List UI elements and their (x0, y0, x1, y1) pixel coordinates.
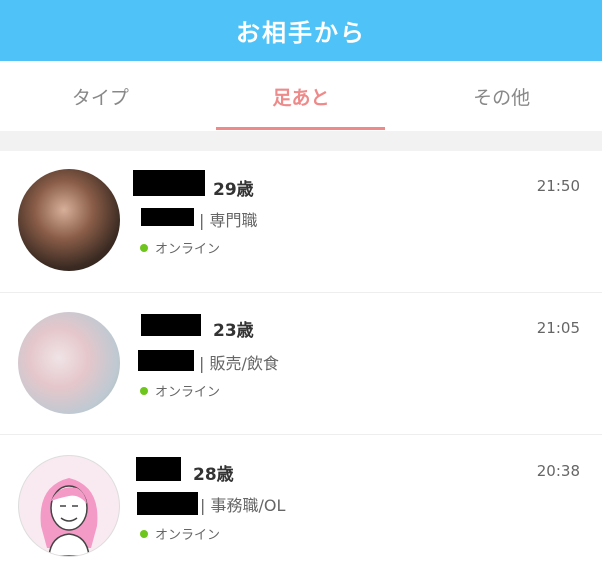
job-label: | 事務職/OL (200, 496, 286, 515)
online-status: オンライン (140, 381, 220, 400)
redacted-location (137, 492, 198, 515)
page-title: お相手から (236, 19, 366, 47)
avatar-illustration-icon (40, 478, 98, 556)
age-label: 28歳 (193, 465, 234, 485)
avatar[interactable] (18, 312, 120, 414)
job-label: | 販売/飲食 (199, 354, 279, 373)
online-dot-icon (140, 529, 148, 538)
redacted-name (136, 457, 181, 481)
redacted-location (138, 350, 194, 371)
list-item[interactable]: 23歳 21:05 | 販売/飲食 オンライン (0, 293, 602, 435)
online-dot-icon (140, 386, 148, 395)
timestamp: 20:38 (536, 462, 580, 480)
section-divider (0, 131, 602, 151)
tab-bar: タイプ 足あと その他 (0, 61, 602, 131)
timestamp: 21:50 (536, 177, 580, 195)
tab-footprints[interactable]: 足あと (201, 61, 402, 131)
redacted-name (133, 170, 205, 196)
redacted-location (141, 208, 194, 226)
list-item[interactable]: 28歳 20:38 | 事務職/OL オンライン (0, 435, 602, 576)
age-label: 29歳 (213, 180, 254, 200)
age-label: 23歳 (213, 321, 254, 341)
footprint-list: 29歳 21:50 | 専門職 オンライン 23歳 21:05 | 販売/飲食 … (0, 151, 602, 576)
redacted-name (141, 314, 201, 336)
list-item[interactable]: 29歳 21:50 | 専門職 オンライン (0, 151, 602, 293)
online-label: オンライン (155, 528, 221, 543)
tab-other[interactable]: その他 (401, 61, 602, 131)
timestamp: 21:05 (536, 319, 580, 337)
online-status: オンライン (140, 524, 220, 543)
header-bar: お相手から (0, 0, 602, 61)
active-tab-indicator (216, 127, 385, 130)
job-label: | 専門職 (199, 211, 258, 230)
online-label: オンライン (155, 385, 221, 400)
online-label: オンライン (155, 242, 221, 257)
online-status: オンライン (140, 238, 220, 257)
avatar[interactable] (18, 169, 120, 271)
online-dot-icon (140, 243, 148, 252)
avatar-illustration[interactable] (18, 455, 120, 557)
tab-type[interactable]: タイプ (0, 61, 201, 131)
